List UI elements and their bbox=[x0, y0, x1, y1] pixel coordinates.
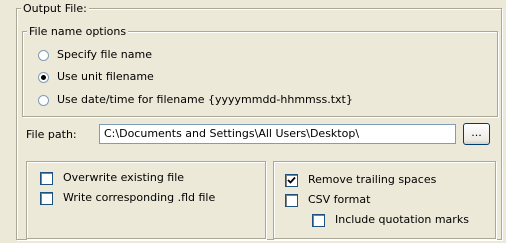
include-quotation-marks-checkbox[interactable]: Include quotation marks bbox=[312, 212, 469, 228]
overwrite-existing-checkbox[interactable]: Overwrite existing file bbox=[40, 170, 184, 186]
file-path-input[interactable]: C:\Documents and Settings\All Users\Desk… bbox=[99, 124, 456, 144]
browse-button[interactable]: ... bbox=[463, 123, 490, 145]
use-datetime-filename-radio[interactable]: Use date/time for filename {yyyymmdd-hhm… bbox=[38, 92, 353, 108]
radio-indicator[interactable] bbox=[38, 71, 49, 83]
checkbox-label: Overwrite existing file bbox=[63, 171, 185, 184]
file-name-options-title: File name options bbox=[27, 25, 129, 38]
output-file-title: Output File: bbox=[21, 2, 89, 15]
checkbox-label: Remove trailing spaces bbox=[308, 173, 437, 186]
file-path-label: File path: bbox=[26, 128, 77, 141]
radio-indicator[interactable] bbox=[38, 49, 49, 61]
radio-label: Use unit filename bbox=[57, 70, 154, 83]
remove-trailing-spaces-checkbox[interactable]: Remove trailing spaces bbox=[285, 172, 436, 188]
radio-label: Use date/time for filename {yyyymmdd-hhm… bbox=[57, 93, 353, 106]
checkbox-box[interactable] bbox=[40, 191, 53, 205]
radio-indicator[interactable] bbox=[38, 94, 49, 106]
checkbox-label: Write corresponding .fld file bbox=[63, 191, 216, 204]
write-fld-file-checkbox[interactable]: Write corresponding .fld file bbox=[40, 190, 215, 206]
checkbox-box[interactable] bbox=[285, 173, 298, 187]
specify-file-name-radio[interactable]: Specify file name bbox=[38, 47, 152, 63]
checkbox-box[interactable] bbox=[312, 213, 325, 227]
radio-label: Specify file name bbox=[57, 48, 152, 61]
checkbox-box[interactable] bbox=[40, 171, 53, 185]
csv-format-checkbox[interactable]: CSV format bbox=[285, 192, 370, 208]
checkbox-label: CSV format bbox=[308, 193, 371, 206]
checkbox-box[interactable] bbox=[285, 193, 298, 207]
use-unit-filename-radio[interactable]: Use unit filename bbox=[38, 69, 154, 85]
checkbox-label: Include quotation marks bbox=[335, 213, 469, 226]
checkmark-icon bbox=[287, 176, 296, 184]
radio-selected-dot bbox=[41, 74, 46, 80]
